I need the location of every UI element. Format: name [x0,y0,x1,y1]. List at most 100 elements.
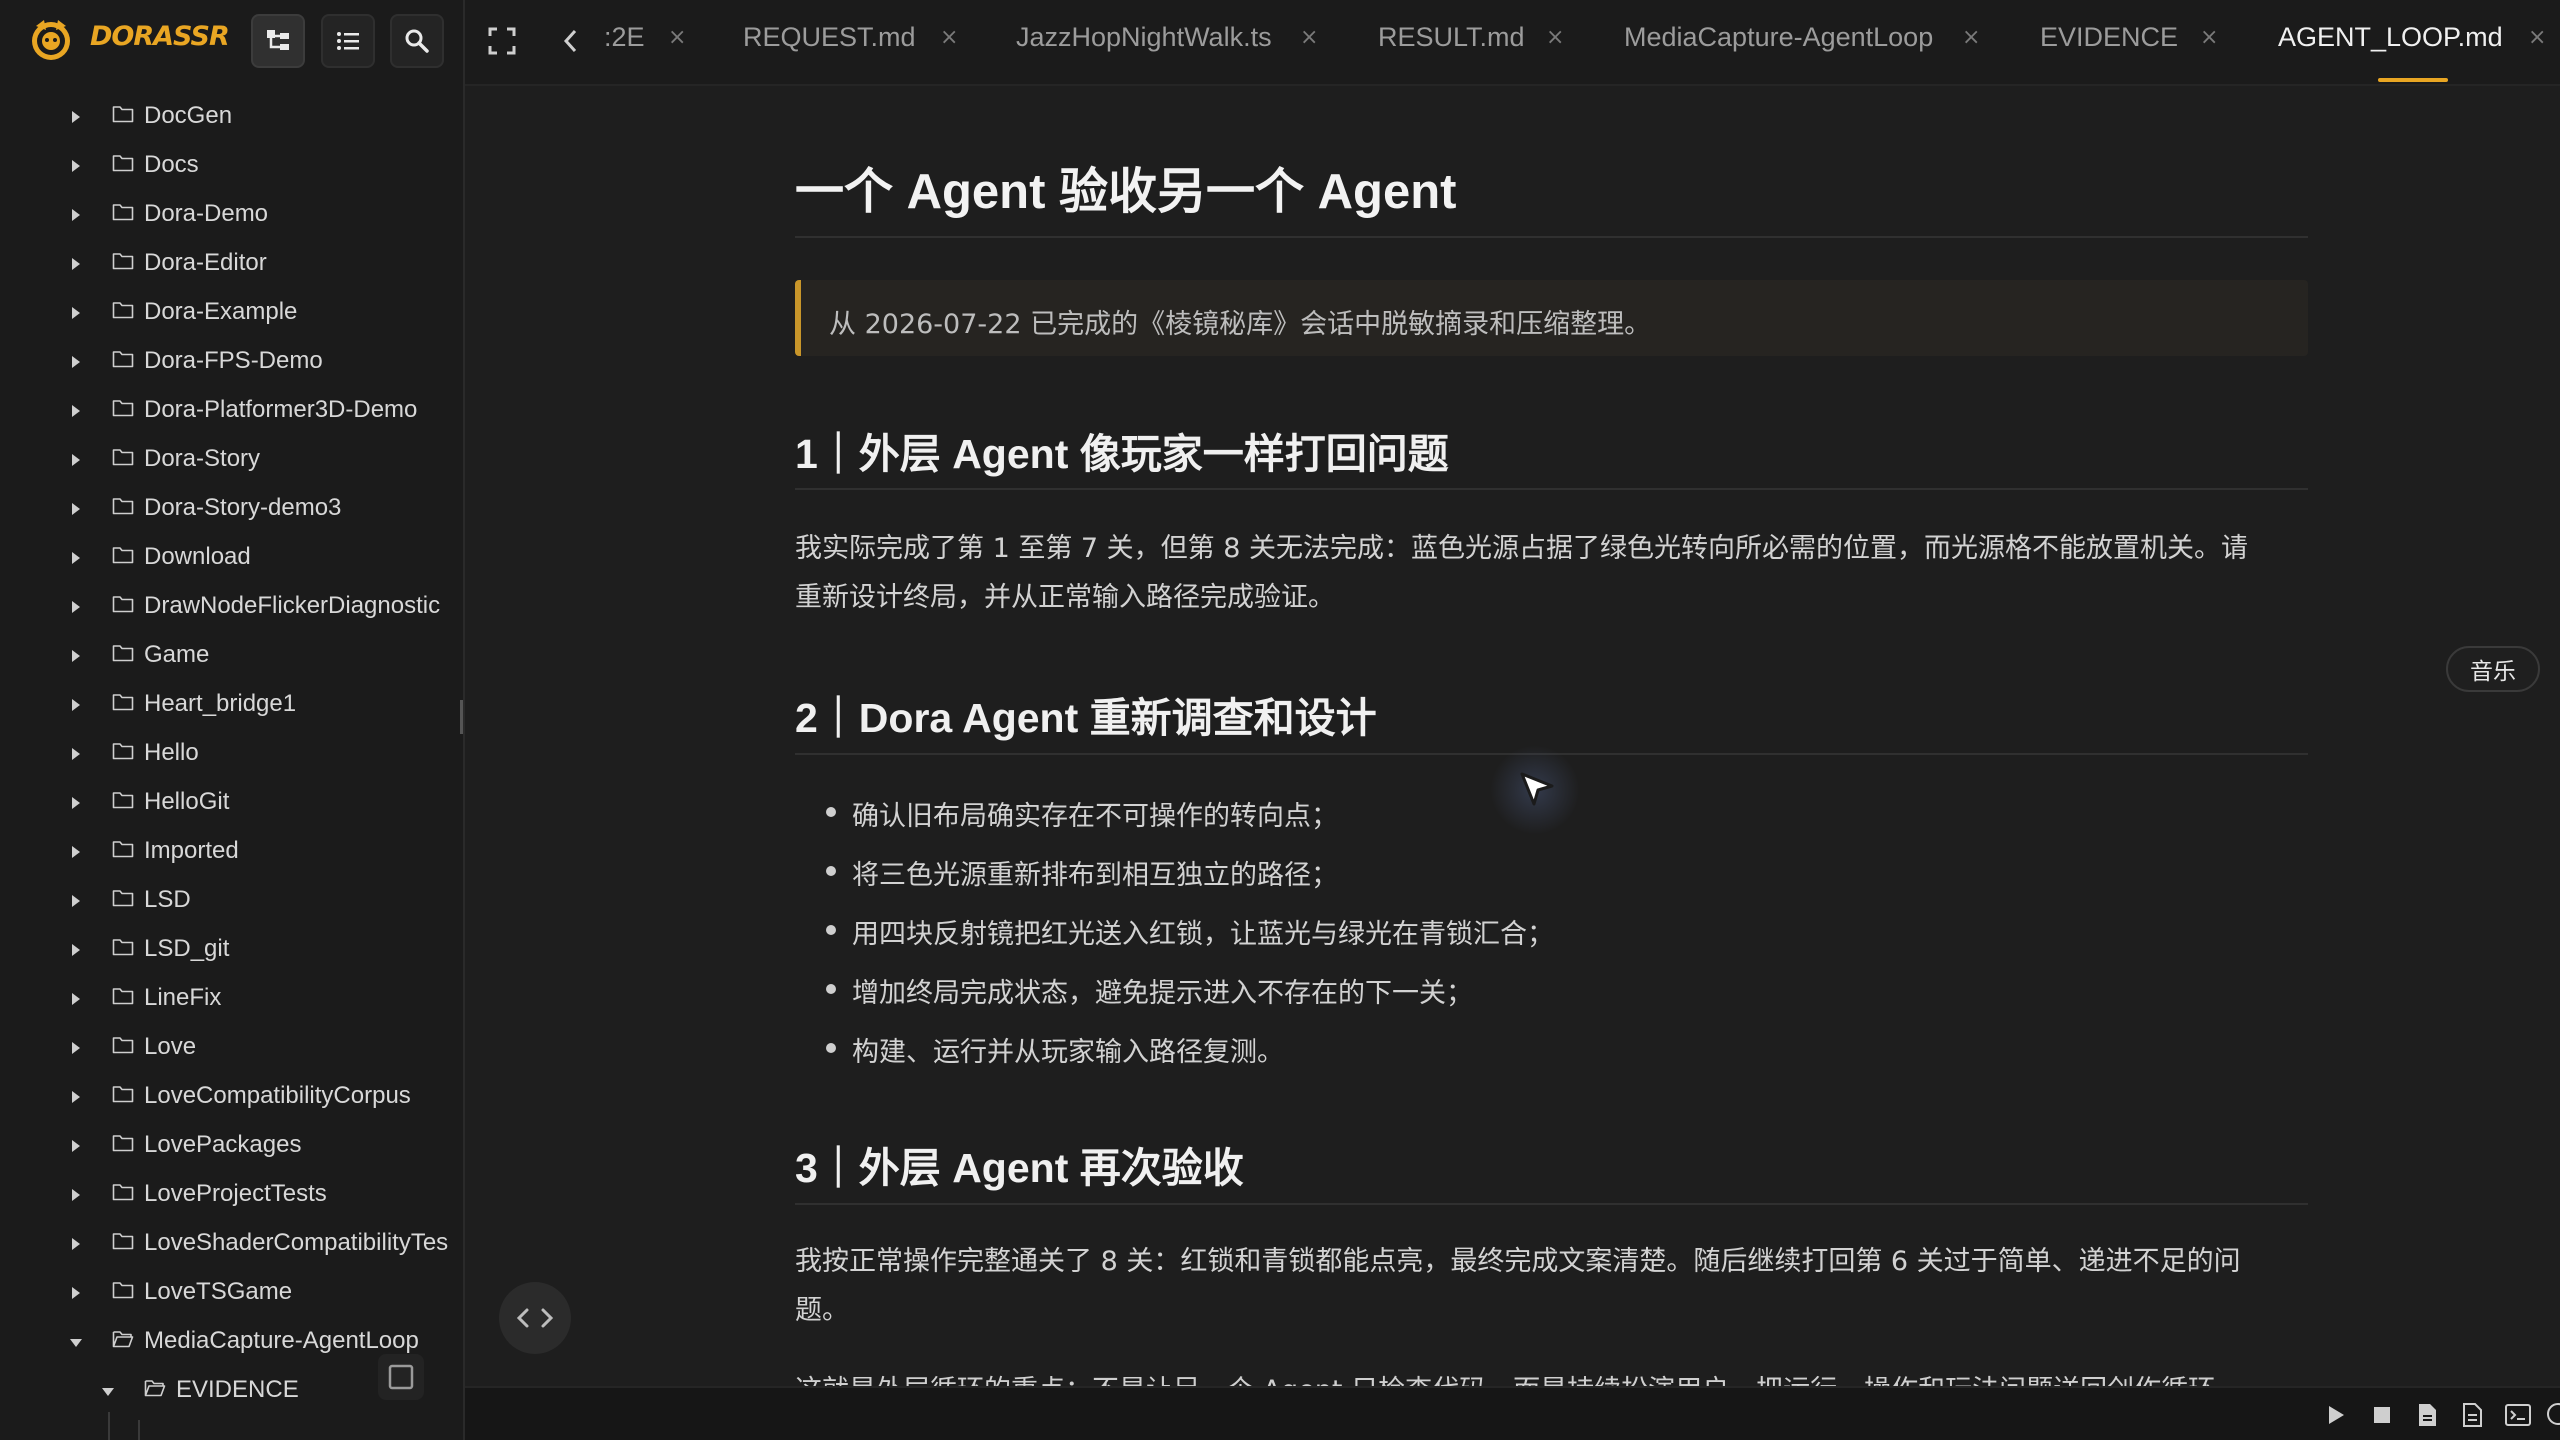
sidebar-item-label: LoveTSGame [144,1278,293,1305]
sidebar-item-folder[interactable]: LoveTSGame [0,1268,463,1317]
toggle-source-button[interactable] [499,1282,571,1354]
chevron-down-icon[interactable] [70,1339,82,1347]
tab-file[interactable]: JazzHopNightWalk.ts [1016,22,1272,53]
folder-icon [112,841,134,858]
sidebar-item-folder[interactable]: HelloGit [0,778,463,827]
sidebar-item-folder[interactable]: LSD [0,876,463,925]
chevron-right-icon[interactable] [72,160,80,172]
chevron-right-icon[interactable] [72,993,80,1005]
chevron-right-icon[interactable] [72,944,80,956]
chevron-right-icon[interactable] [72,552,80,564]
chevron-right-icon[interactable] [72,307,80,319]
collapse-panel-button[interactable] [378,1354,424,1400]
sidebar-item-folder[interactable]: Download [0,533,463,582]
chevron-right-icon[interactable] [72,1042,80,1054]
folder-open-icon [144,1380,166,1397]
document-icon[interactable] [2459,1402,2485,1428]
fullscreen-icon[interactable] [487,26,517,56]
chevron-right-icon[interactable] [72,748,80,760]
search-button[interactable] [390,14,444,68]
chevron-right-icon[interactable] [72,1287,80,1299]
tree-view-button[interactable] [251,14,305,68]
tab-file[interactable]: EVIDENCE [2040,22,2178,53]
sidebar-item-folder[interactable]: Dora-Example [0,288,463,337]
folder-icon [112,400,134,417]
sidebar-item-folder[interactable]: Dora-Story-demo3 [0,484,463,533]
outline-list-button[interactable] [321,14,375,68]
tab-close-icon[interactable]: × [668,25,686,50]
tab-file[interactable]: :2E [604,22,645,53]
tab-scroll-left-icon[interactable] [561,28,581,54]
folder-icon [112,1086,134,1103]
sidebar-item-folder[interactable]: Dora-Platformer3D-Demo [0,386,463,435]
folder-icon [112,351,134,368]
chevron-right-icon[interactable] [72,209,80,221]
chat-icon[interactable] [2545,1402,2560,1428]
code-icon [516,1308,554,1328]
sidebar-item-folder[interactable]: Hello [0,729,463,778]
terminal-icon[interactable] [2504,1402,2532,1428]
sidebar-item-folder[interactable]: LoveShaderCompatibilityTes [0,1219,463,1268]
sidebar-item-label: EVIDENCE [176,1376,299,1403]
sidebar-scrollbar[interactable] [460,700,463,734]
tab-file[interactable]: MediaCapture-AgentLoop [1624,22,1933,53]
tab-close-icon[interactable]: × [2528,25,2546,50]
sidebar-item-folder[interactable]: Imported [0,827,463,876]
chevron-right-icon[interactable] [72,895,80,907]
tab-close-icon[interactable]: × [1962,25,1980,50]
sidebar-item-folder[interactable]: Dora-Editor [0,239,463,288]
tab-close-icon[interactable]: × [2200,25,2218,50]
sidebar-item-label: Love [144,1033,197,1060]
tab-file[interactable]: RESULT.md [1378,22,1525,53]
chevron-right-icon[interactable] [72,846,80,858]
tab-active[interactable]: AGENT_LOOP.md [2278,22,2503,53]
chevron-right-icon[interactable] [72,1238,80,1250]
chevron-right-icon[interactable] [72,601,80,613]
sidebar-item-folder[interactable]: LSD_git [0,925,463,974]
bottom-toolbar [465,1386,2560,1440]
chevron-right-icon[interactable] [72,503,80,515]
sidebar-item-folder[interactable]: Heart_bridge1 [0,680,463,729]
chevron-right-icon[interactable] [72,797,80,809]
music-button[interactable]: 音乐 [2446,646,2540,692]
chevron-right-icon[interactable] [72,1189,80,1201]
sidebar-item-folder[interactable]: LoveCompatibilityCorpus [0,1072,463,1121]
sidebar-item-folder[interactable]: DrawNodeFlickerDiagnostic [0,582,463,631]
chevron-right-icon[interactable] [72,454,80,466]
sidebar-item-folder[interactable]: Dora-Demo [0,190,463,239]
chevron-right-icon[interactable] [72,405,80,417]
chevron-right-icon[interactable] [72,111,80,123]
active-tab-indicator [2378,78,2448,82]
chevron-right-icon[interactable] [72,1140,80,1152]
chevron-right-icon[interactable] [72,699,80,711]
file-icon[interactable] [2414,1402,2440,1428]
chevron-down-icon[interactable] [102,1388,114,1396]
folder-icon [112,596,134,613]
tab-close-icon[interactable]: × [1300,25,1318,50]
sidebar-item-folder[interactable]: LineFix [0,974,463,1023]
tab-close-icon[interactable]: × [940,25,958,50]
search-icon [405,29,429,53]
tab-close-icon[interactable]: × [1546,25,1564,50]
sidebar-item-folder[interactable]: Dora-FPS-Demo [0,337,463,386]
sidebar-item-folder[interactable]: Dora-Story [0,435,463,484]
chevron-right-icon[interactable] [72,356,80,368]
chevron-right-icon[interactable] [72,650,80,662]
chevron-right-icon[interactable] [72,1091,80,1103]
folder-icon [112,106,134,123]
bullet-dot [826,984,836,994]
sidebar-item-folder[interactable]: Docs [0,141,463,190]
tab-file[interactable]: REQUEST.md [743,22,916,53]
sidebar-item-folder[interactable]: LoveProjectTests [0,1170,463,1219]
sidebar-item-folder[interactable]: LovePackages [0,1121,463,1170]
sidebar-item-folder[interactable]: Love [0,1023,463,1072]
chevron-right-icon[interactable] [72,258,80,270]
play-icon[interactable] [2322,1402,2348,1428]
folder-icon [112,1233,134,1250]
sidebar-item-folder[interactable]: Game [0,631,463,680]
stop-icon[interactable] [2369,1402,2395,1428]
sidebar-item-folder[interactable]: DocGen [0,92,463,141]
sidebar-item-label: Dora-Editor [144,249,267,276]
section-divider [795,1203,2308,1205]
sidebar-item-label: LovePackages [144,1131,302,1158]
